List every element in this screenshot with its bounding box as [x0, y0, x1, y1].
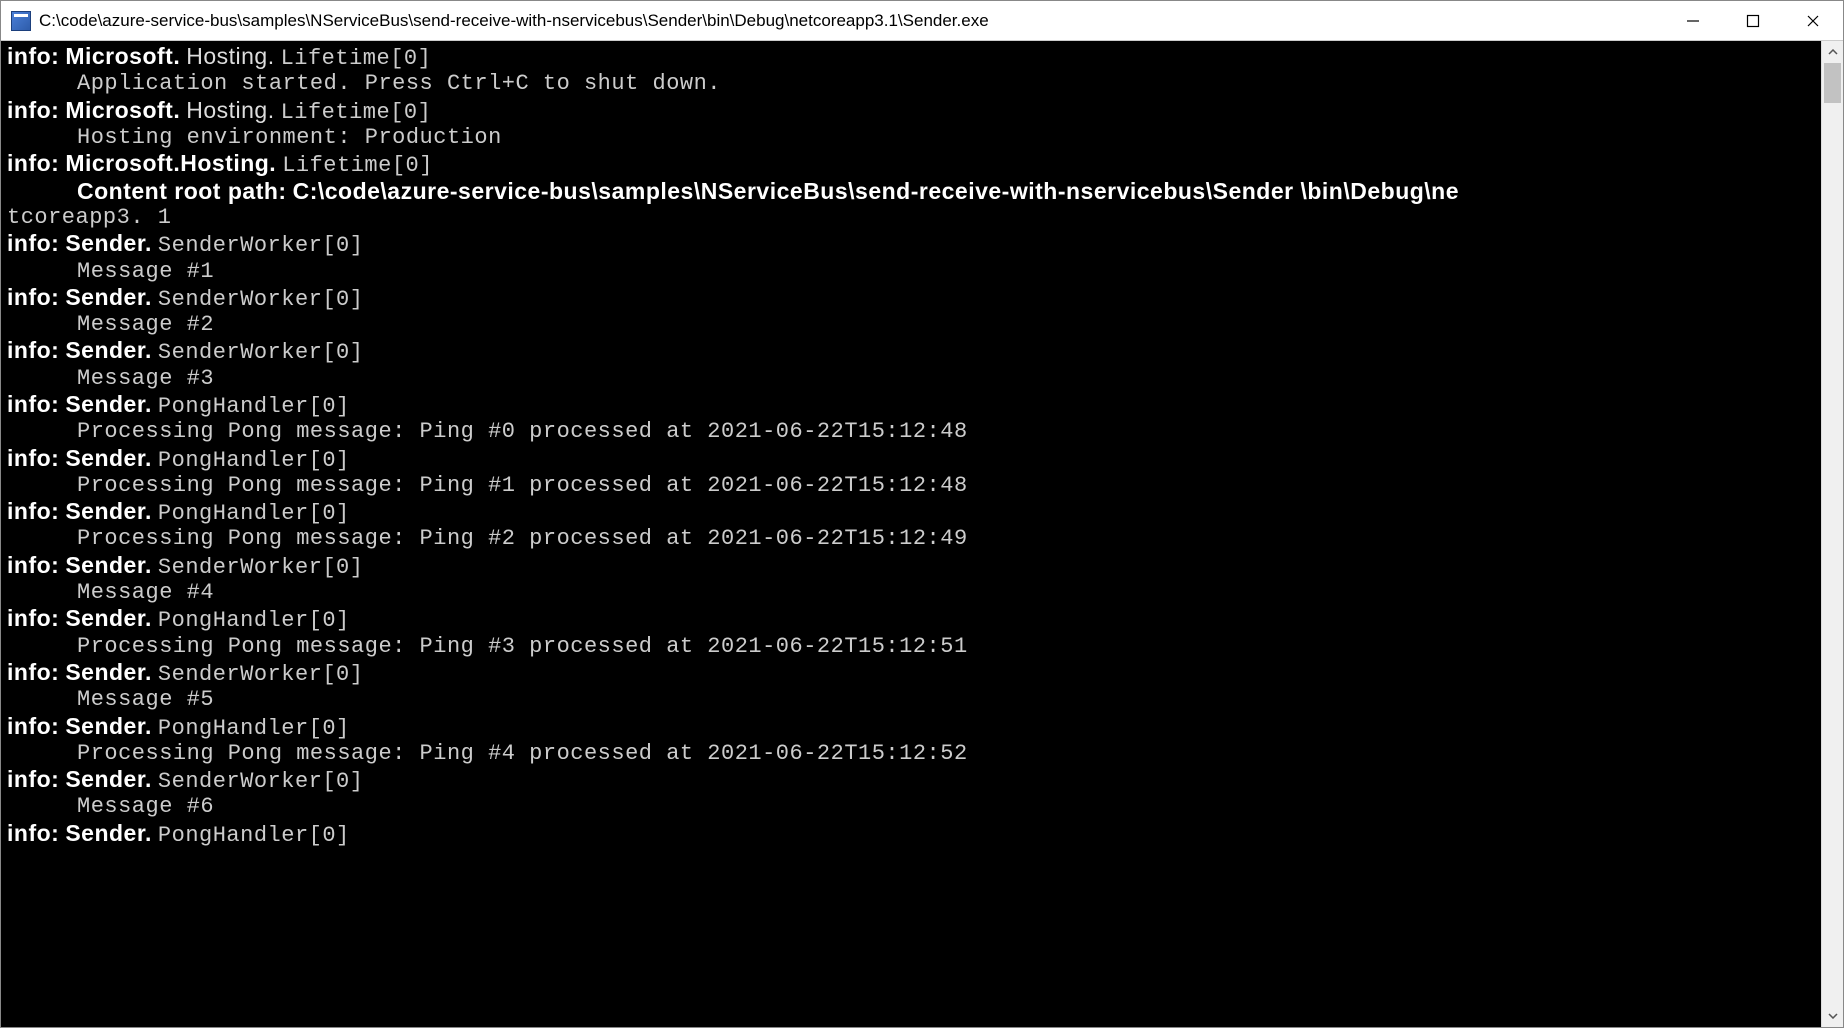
log-class: PongHandler[0] — [158, 394, 350, 419]
close-icon — [1806, 14, 1820, 28]
log-level: info: — [7, 97, 59, 123]
log-level: info: — [7, 150, 59, 176]
minimize-button[interactable] — [1663, 1, 1723, 40]
log-message: Processing Pong message: Ping #2 process… — [7, 526, 1815, 551]
log-class: Lifetime[0] — [281, 100, 432, 125]
log-entry: info: Sender. PongHandler[0] Processing … — [7, 713, 1815, 767]
log-level: info: — [7, 445, 59, 471]
scroll-up-button[interactable] — [1822, 41, 1843, 63]
log-entry: info: Sender. SenderWorker[0] Message #6 — [7, 766, 1815, 820]
log-source: Sender. — [65, 659, 152, 685]
log-message: Message #2 — [7, 312, 1815, 337]
log-class: Lifetime[0] — [281, 46, 432, 71]
log-class: SenderWorker[0] — [158, 340, 364, 365]
log-level: info: — [7, 713, 59, 739]
log-level: info: — [7, 284, 59, 310]
log-source: Sender. — [65, 820, 152, 846]
log-level: info: — [7, 391, 59, 417]
app-icon — [11, 11, 31, 31]
log-class: SenderWorker[0] — [158, 769, 364, 794]
console-output[interactable]: info: Microsoft. Hosting. Lifetime[0] Ap… — [1, 41, 1821, 1027]
log-level: info: — [7, 766, 59, 792]
log-class: SenderWorker[0] — [158, 662, 364, 687]
log-class: SenderWorker[0] — [158, 287, 364, 312]
log-entry: info: Sender. SenderWorker[0] Message #4 — [7, 552, 1815, 606]
log-source: Sender. — [65, 552, 152, 578]
log-message-path: C:\code\azure-service-bus\samples\NServi… — [293, 178, 1459, 204]
log-level: info: — [7, 337, 59, 363]
log-source: Microsoft. — [65, 97, 180, 123]
log-entry: info: Microsoft. Hosting. Lifetime[0] Ap… — [7, 43, 1815, 97]
log-level: info: — [7, 552, 59, 578]
log-source: Sender. — [65, 445, 152, 471]
chevron-down-icon — [1828, 1013, 1838, 1019]
maximize-icon — [1746, 14, 1760, 28]
scroll-down-button[interactable] — [1822, 1005, 1843, 1027]
log-source: Sender. — [65, 337, 152, 363]
log-entry: info: Sender. SenderWorker[0] Message #5 — [7, 659, 1815, 713]
chevron-up-icon — [1828, 49, 1838, 55]
log-class: PongHandler[0] — [158, 448, 350, 473]
log-source: Sender. — [65, 766, 152, 792]
log-entry: info: Sender. PongHandler[0] Processing … — [7, 498, 1815, 552]
minimize-icon — [1686, 14, 1700, 28]
log-entry: info: Sender. SenderWorker[0] Message #3 — [7, 337, 1815, 391]
maximize-button[interactable] — [1723, 1, 1783, 40]
log-level: info: — [7, 659, 59, 685]
log-entry: info: Sender. PongHandler[0] — [7, 820, 1815, 848]
log-source: Sender. — [65, 284, 152, 310]
log-class: SenderWorker[0] — [158, 233, 364, 258]
window-controls — [1663, 1, 1843, 40]
log-source: Sender. — [65, 713, 152, 739]
log-message: Message #3 — [7, 366, 1815, 391]
log-level: info: — [7, 605, 59, 631]
log-source: Sender. — [65, 605, 152, 631]
vertical-scrollbar[interactable] — [1821, 41, 1843, 1027]
log-class: PongHandler[0] — [158, 716, 350, 741]
log-message: Hosting environment: Production — [7, 125, 1815, 150]
log-message: Message #5 — [7, 687, 1815, 712]
log-level: info: — [7, 820, 59, 846]
log-entry: info: Microsoft. Hosting. Lifetime[0] Ho… — [7, 97, 1815, 151]
log-class: PongHandler[0] — [158, 823, 350, 848]
log-source: Microsoft.Hosting. — [65, 150, 276, 176]
log-entry: info: Sender. SenderWorker[0] Message #2 — [7, 284, 1815, 338]
close-button[interactable] — [1783, 1, 1843, 40]
log-class: PongHandler[0] — [158, 608, 350, 633]
log-class: SenderWorker[0] — [158, 555, 364, 580]
console-window: C:\code\azure-service-bus\samples\NServi… — [0, 0, 1844, 1028]
log-level: info: — [7, 43, 59, 69]
log-level: info: — [7, 498, 59, 524]
log-source: Sender. — [65, 498, 152, 524]
log-message: Message #6 — [7, 794, 1815, 819]
log-message: Processing Pong message: Ping #0 process… — [7, 419, 1815, 444]
log-message: Processing Pong message: Ping #1 process… — [7, 473, 1815, 498]
log-source: Sender. — [65, 391, 152, 417]
scroll-track[interactable] — [1822, 63, 1843, 1005]
log-class: PongHandler[0] — [158, 501, 350, 526]
log-message: Message #1 — [7, 259, 1815, 284]
log-message: Processing Pong message: Ping #4 process… — [7, 741, 1815, 766]
log-source: Sender. — [65, 230, 152, 256]
log-source: Microsoft. — [65, 43, 180, 69]
log-source: Hosting. — [186, 43, 274, 69]
log-message: Processing Pong message: Ping #3 process… — [7, 634, 1815, 659]
log-message: Application started. Press Ctrl+C to shu… — [7, 71, 1815, 96]
scroll-thumb[interactable] — [1824, 63, 1841, 103]
log-entry: info: Sender. PongHandler[0] Processing … — [7, 605, 1815, 659]
content-area: info: Microsoft. Hosting. Lifetime[0] Ap… — [1, 41, 1843, 1027]
log-level: info: — [7, 230, 59, 256]
titlebar[interactable]: C:\code\azure-service-bus\samples\NServi… — [1, 1, 1843, 41]
log-entry: info: Sender. SenderWorker[0] Message #1 — [7, 230, 1815, 284]
log-message-wrap: tcoreapp3. 1 — [7, 205, 1815, 230]
log-entry: info: Sender. PongHandler[0] Processing … — [7, 445, 1815, 499]
window-title: C:\code\azure-service-bus\samples\NServi… — [39, 11, 1663, 31]
log-source: Hosting. — [186, 97, 274, 123]
log-message-prefix: Content root path: — [77, 178, 287, 204]
log-message: Message #4 — [7, 580, 1815, 605]
log-entry: info: Microsoft.Hosting. Lifetime[0] Con… — [7, 150, 1815, 230]
log-entry: info: Sender. PongHandler[0] Processing … — [7, 391, 1815, 445]
log-class: Lifetime[0] — [282, 153, 433, 178]
